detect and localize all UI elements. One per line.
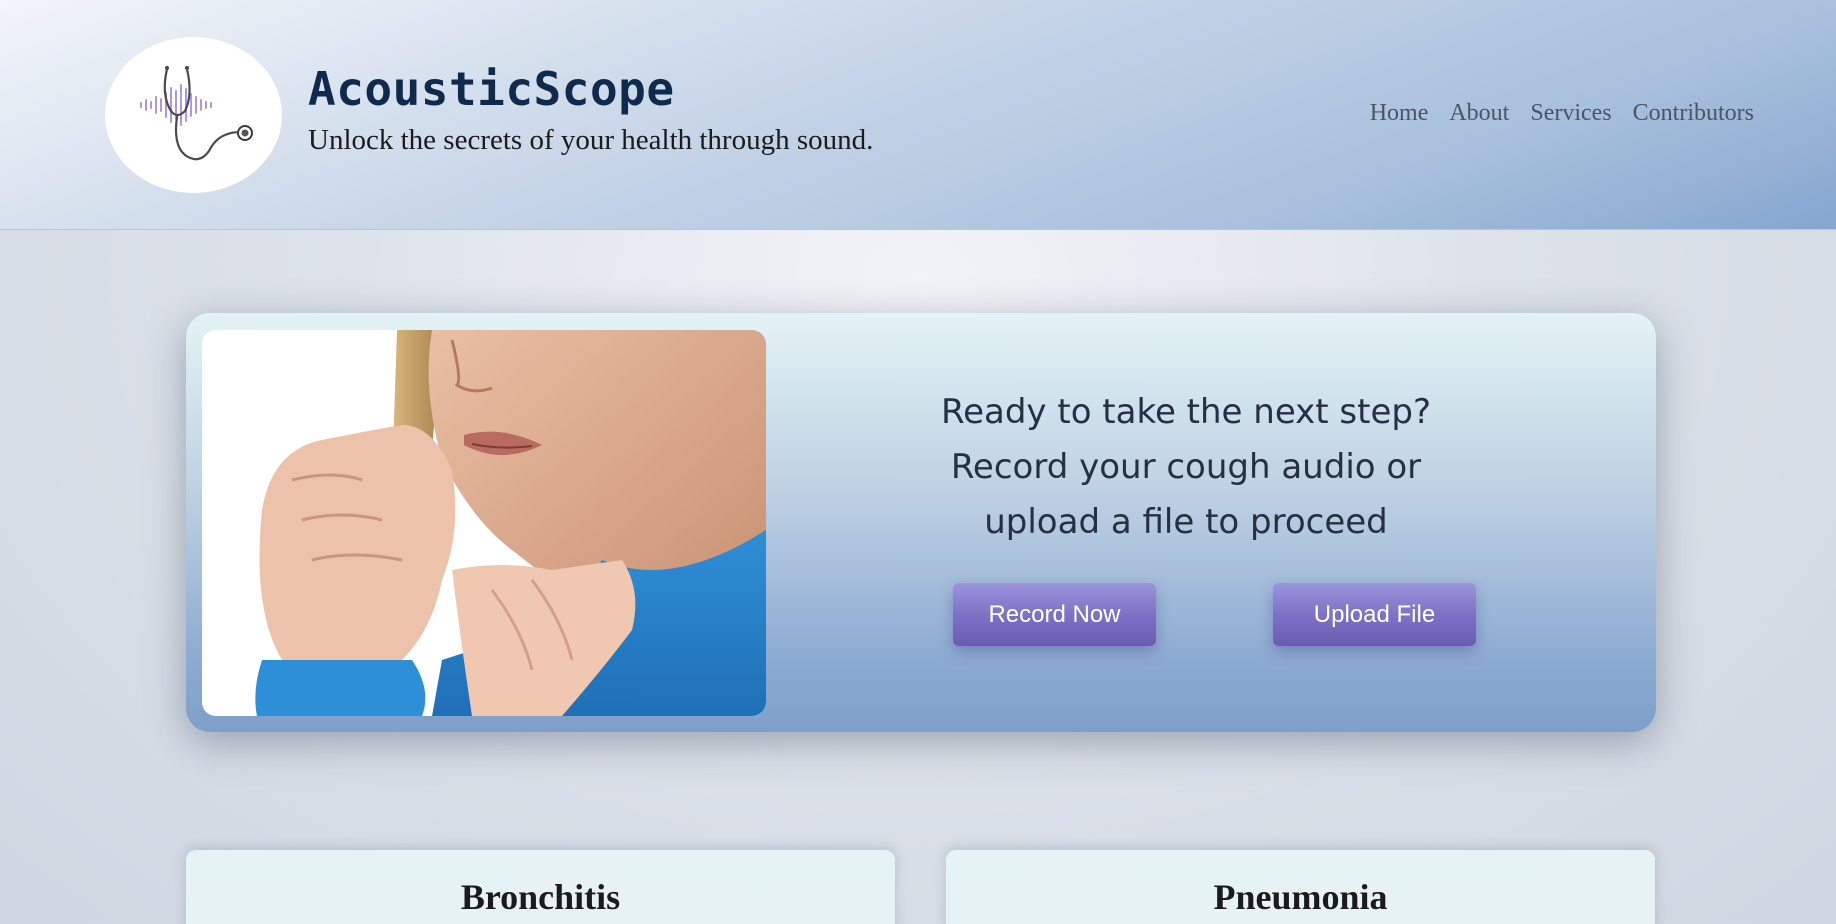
stethoscope-soundwave-icon [139,66,253,161]
main-nav: Home About Services Contributors [1370,100,1754,127]
nav-services[interactable]: Services [1530,100,1611,127]
hero-prompt-line-3: upload a file to proceed [984,502,1388,542]
record-now-button[interactable]: Record Now [953,583,1156,646]
upload-file-button[interactable]: Upload File [1273,583,1476,646]
card-title: Pneumonia [1213,877,1388,917]
card-title: Bronchitis [460,877,621,917]
brand-tagline: Unlock the secrets of your health throug… [308,124,874,156]
condition-card-pneumonia[interactable]: Pneumonia [946,850,1655,924]
person-coughing-photo [202,330,766,716]
hero-panel: Ready to take the next step? Record your… [186,313,1656,732]
nav-contributors[interactable]: Contributors [1633,100,1754,127]
hero-prompt-line-1: Ready to take the next step? [941,392,1431,432]
brand-title: AcousticScope [308,62,675,116]
site-header: AcousticScope Unlock the secrets of your… [0,0,1836,230]
condition-card-bronchitis[interactable]: Bronchitis [186,850,895,924]
hero-prompt-line-2: Record your cough audio or [950,447,1422,487]
logo[interactable] [105,37,282,193]
nav-about[interactable]: About [1449,100,1509,127]
hero-prompt: Ready to take the next step? Record your… [926,385,1446,550]
nav-home[interactable]: Home [1370,100,1429,127]
